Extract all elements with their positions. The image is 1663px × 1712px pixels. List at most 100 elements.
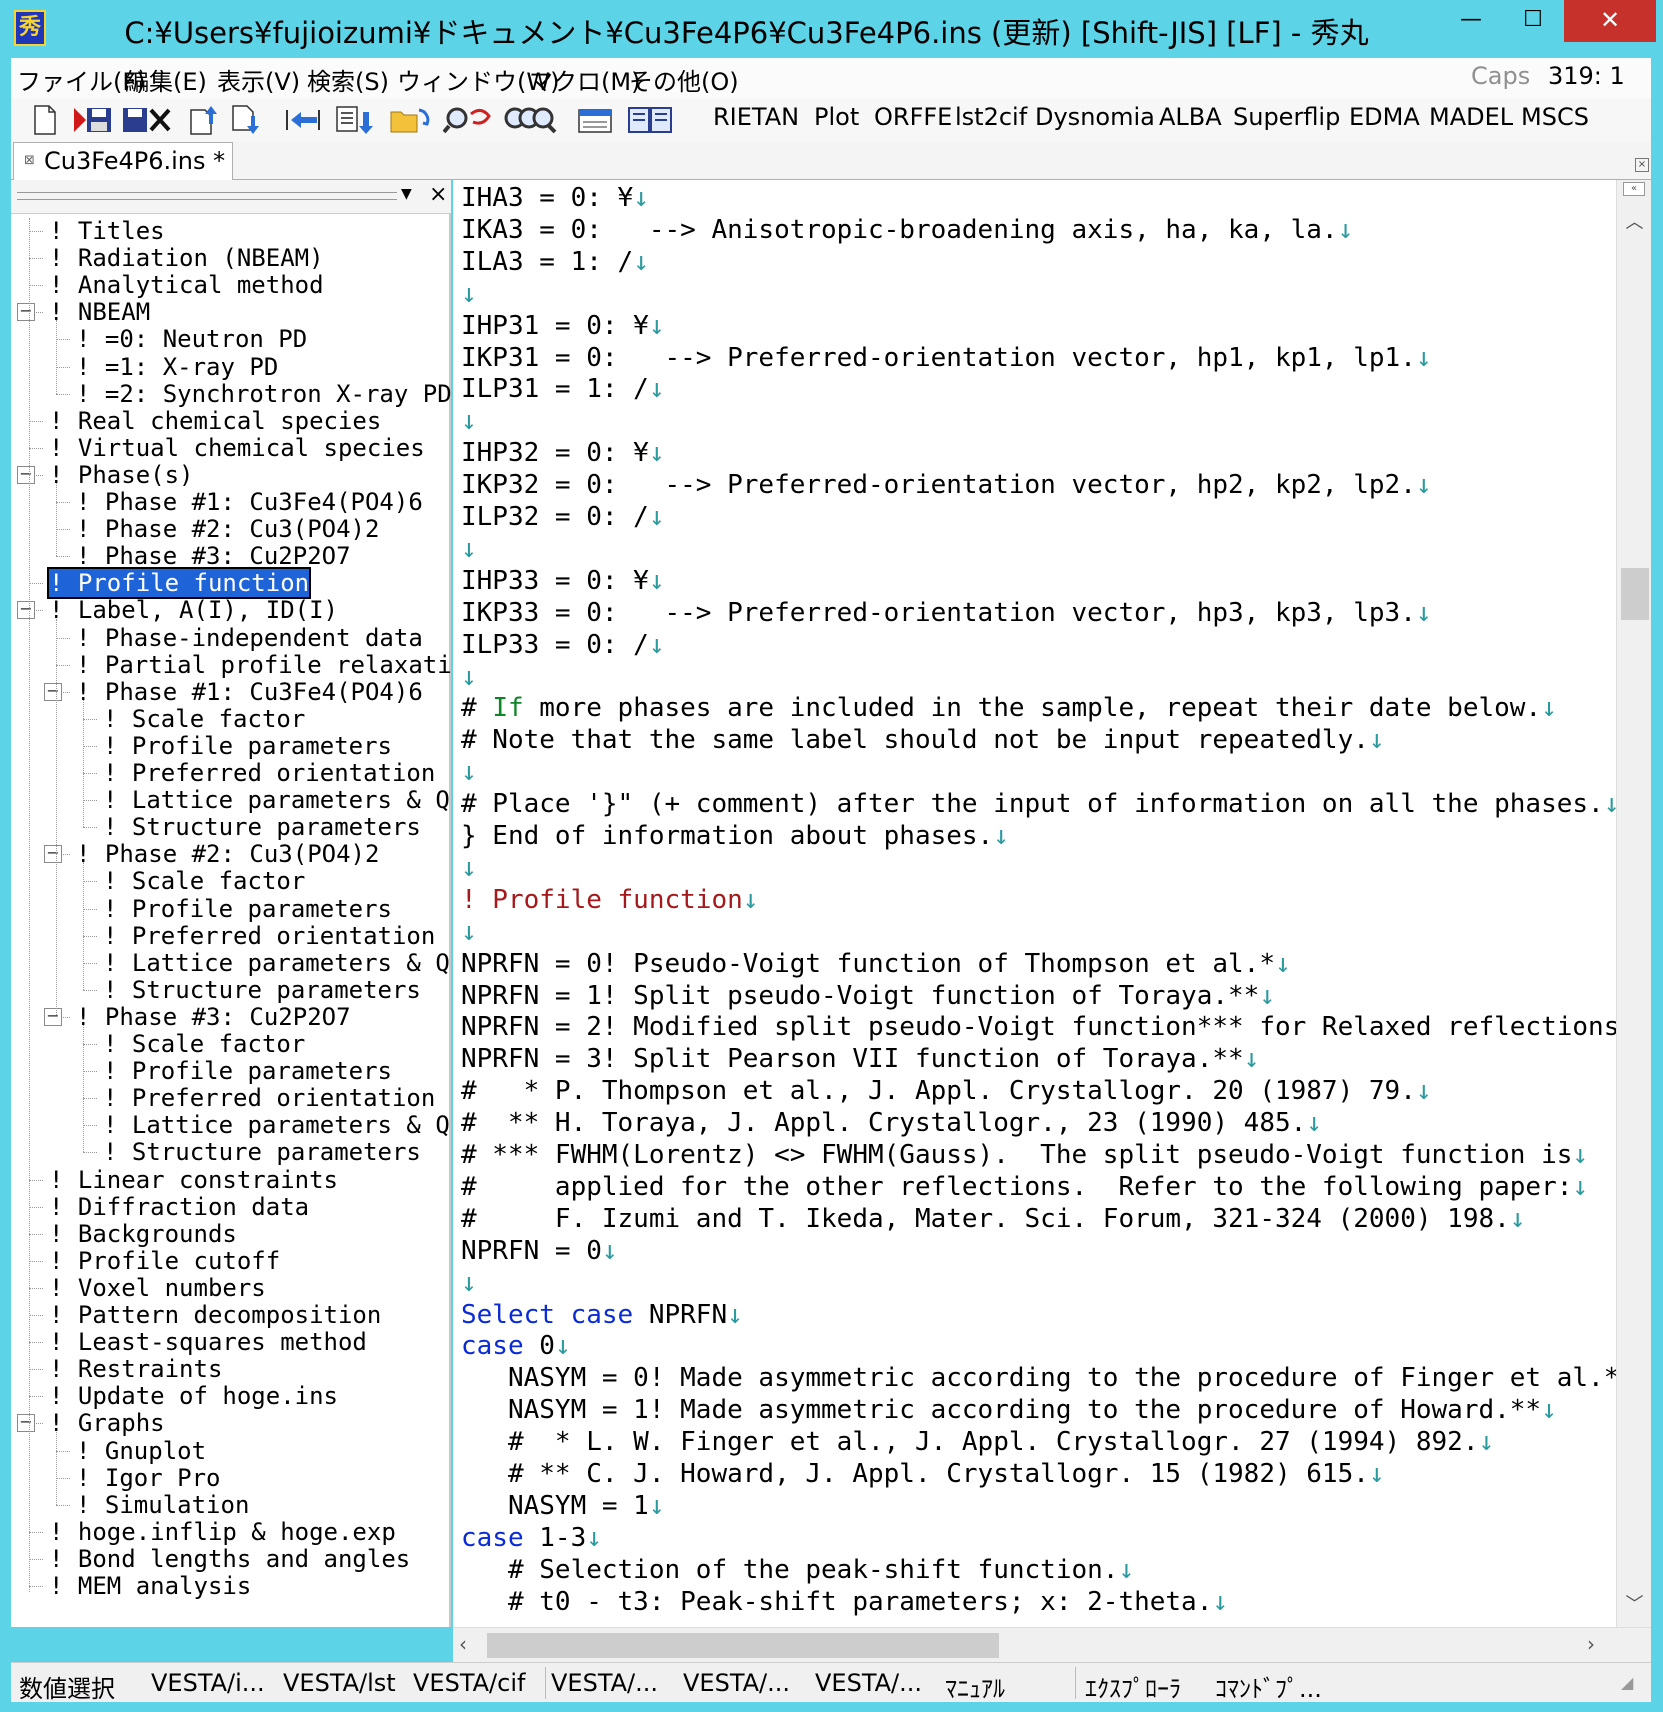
tree-item-structure-parameters[interactable]: ! Structure parameters: [103, 814, 421, 841]
scroll-left-icon[interactable]: ‹: [459, 1632, 467, 1656]
outline-menu-chevron-down-icon[interactable]: ▼: [401, 186, 412, 202]
tree-item-profile-cutoff[interactable]: ! Profile cutoff: [49, 1247, 280, 1275]
tool-rietan[interactable]: RIETAN: [713, 103, 799, 131]
vertical-scroll-thumb[interactable]: [1621, 568, 1649, 620]
tab-close-icon[interactable]: ⊠: [24, 153, 35, 168]
tree-collapse-icon[interactable]: −: [17, 601, 35, 620]
status-command-prompt[interactable]: ｺﾏﾝﾄﾞﾌﾟ...: [1215, 1669, 1322, 1704]
scroll-right-icon[interactable]: ›: [1587, 1632, 1595, 1656]
code-line[interactable]: # Place '}" (+ comment) after the input …: [461, 788, 1616, 820]
tree-item-graphs[interactable]: ! Graphs: [49, 1410, 165, 1437]
code-line[interactable]: IHA3 = 0: ¥↓: [461, 182, 649, 214]
jump-back-icon[interactable]: [283, 104, 323, 136]
horizontal-scroll-thumb[interactable]: [487, 1633, 999, 1658]
tree-item-gnuplot[interactable]: ! Gnuplot: [76, 1437, 206, 1465]
save-icon[interactable]: [73, 104, 113, 136]
tool-superflip[interactable]: Superflip: [1233, 103, 1340, 131]
maximize-button[interactable]: ☐: [1502, 0, 1564, 42]
code-line[interactable]: ILA3 = 1: /↓: [461, 246, 649, 278]
close-tab-x-icon[interactable]: ×: [1635, 158, 1649, 172]
vertical-scrollbar[interactable]: « ︿ ﹀: [1616, 180, 1651, 1627]
tree-item-preferred-orientation[interactable]: ! Preferred orientation: [103, 760, 435, 787]
text-editor[interactable]: IHA3 = 0: ¥↓ IKA3 = 0: --> Anisotropic-br…: [453, 180, 1616, 1627]
code-line[interactable]: IKP31 = 0: --> Preferred-orientation vec…: [461, 342, 1432, 374]
code-line[interactable]: # * P. Thompson et al., J. Appl. Crystal…: [461, 1075, 1432, 1107]
tree-item-profile-parameters[interactable]: ! Profile parameters: [103, 895, 392, 923]
tree-item-0-neutron-pd[interactable]: ! =0: Neutron PD: [76, 326, 307, 353]
code-line[interactable]: NPRFN = 2! Modified split pseudo-Voigt f…: [461, 1011, 1616, 1043]
code-line[interactable]: # F. Izumi and T. Ikeda, Mater. Sci. For…: [461, 1203, 1525, 1235]
multi-search-icon[interactable]: [503, 104, 559, 136]
tree-item-update-of-hoge-ins[interactable]: ! Update of hoge.ins: [49, 1383, 338, 1410]
tree-item-phase-3-cu2p2o7[interactable]: ! Phase #3: Cu2P2O7: [76, 543, 351, 570]
tree-item-analytical-method[interactable]: ! Analytical method: [49, 272, 324, 299]
tool-dysnomia[interactable]: Dysnomia: [1035, 103, 1155, 131]
split-window-icon[interactable]: «: [1623, 182, 1645, 196]
code-line[interactable]: # applied for the other reflections. Ref…: [461, 1171, 1588, 1203]
search-replace-icon[interactable]: [443, 104, 493, 136]
code-line[interactable]: ILP33 = 0: /↓: [461, 629, 665, 661]
tree-item-virtual-chemical-species[interactable]: ! Virtual chemical species: [49, 434, 425, 462]
tree-item-preferred-orientation[interactable]: ! Preferred orientation: [103, 1085, 435, 1112]
code-line[interactable]: NPRFN = 0! Pseudo-Voigt function of Thom…: [461, 948, 1291, 980]
tree-item-scale-factor[interactable]: ! Scale factor: [103, 705, 305, 733]
tree-item-profile-function[interactable]: ! Profile function: [46, 567, 312, 600]
new-file-icon[interactable]: [29, 104, 61, 136]
code-line[interactable]: case 0↓: [461, 1330, 571, 1362]
tree-item-lattice-parameters-q[interactable]: ! Lattice parameters & Q: [103, 949, 450, 977]
code-line[interactable]: ILP31 = 1: /↓: [461, 373, 665, 405]
tree-item-structure-parameters[interactable]: ! Structure parameters: [103, 976, 421, 1004]
tree-item-restraints[interactable]: ! Restraints: [49, 1356, 222, 1383]
scroll-down-icon[interactable]: ﹀: [1617, 1590, 1652, 1620]
title-bar[interactable]: 秀 C:¥Users¥fujioizumi¥ドキュメント¥Cu3Fe4P6¥Cu…: [0, 0, 1663, 58]
status-vesta-lst[interactable]: VESTA/lst: [283, 1669, 396, 1697]
status-vesta-4[interactable]: VESTA/...: [551, 1669, 658, 1697]
code-line[interactable]: ↓: [461, 756, 477, 788]
tab-cu3fe4p6-ins[interactable]: ⊠ Cu3Fe4P6.ins *: [13, 142, 233, 180]
menu-other[interactable]: その他(O): [629, 62, 739, 97]
tree-collapse-icon[interactable]: −: [44, 1007, 62, 1026]
code-line[interactable]: IHP33 = 0: ¥↓: [461, 565, 665, 597]
folder-open-icon[interactable]: [389, 104, 433, 136]
tree-item-phase-3-cu2p2o7[interactable]: ! Phase #3: Cu2P2O7: [76, 1003, 351, 1031]
tree-item-voxel-numbers[interactable]: ! Voxel numbers: [49, 1274, 266, 1302]
code-line[interactable]: # Note that the same label should not be…: [461, 724, 1385, 756]
drag-grip[interactable]: [17, 192, 397, 200]
code-line[interactable]: ↓: [461, 533, 477, 565]
tree-item-igor-pro[interactable]: ! Igor Pro: [76, 1464, 221, 1492]
status-vesta-i[interactable]: VESTA/i...: [151, 1669, 265, 1697]
tool-orffe[interactable]: ORFFE: [874, 103, 952, 131]
code-line[interactable]: IHP32 = 0: ¥↓: [461, 437, 665, 469]
code-line[interactable]: # *** FWHM(Lorentz) <> FWHM(Gauss). The …: [461, 1139, 1588, 1171]
tree-item-radiation-nbeam[interactable]: ! Radiation (NBEAM): [49, 245, 324, 272]
tool-madel[interactable]: MADEL: [1429, 103, 1513, 131]
tree-item-lattice-parameters-q[interactable]: ! Lattice parameters & Q: [103, 787, 450, 814]
compare-icon[interactable]: [627, 104, 673, 136]
code-line[interactable]: IKP33 = 0: --> Preferred-orientation vec…: [461, 597, 1432, 629]
code-line[interactable]: # t0 - t3: Peak-shift parameters; x: 2-t…: [461, 1586, 1228, 1618]
tree-collapse-icon[interactable]: −: [17, 303, 35, 322]
window-icon[interactable]: [577, 104, 613, 136]
tool-plot[interactable]: Plot: [814, 103, 859, 131]
status-explorer[interactable]: ｴｸｽﾌﾟﾛｰﾗ: [1085, 1669, 1181, 1704]
code-line[interactable]: # * L. W. Finger et al., J. Appl. Crysta…: [461, 1426, 1494, 1458]
code-line[interactable]: # ** H. Toraya, J. Appl. Crystallogr., 2…: [461, 1107, 1322, 1139]
code-line[interactable]: NASYM = 1! Made asymmetric according to …: [461, 1394, 1557, 1426]
status-vesta-5[interactable]: VESTA/...: [683, 1669, 790, 1697]
menu-view[interactable]: 表示(V): [217, 62, 300, 97]
tree-item-1-x-ray-pd[interactable]: ! =1: X-ray PD: [76, 353, 278, 381]
code-line[interactable]: ↓: [461, 1267, 477, 1299]
upload-icon[interactable]: [187, 104, 219, 136]
tree-item-profile-parameters[interactable]: ! Profile parameters: [103, 732, 392, 760]
tree-item-phase-independent-data[interactable]: ! Phase-independent data: [76, 624, 423, 652]
tree-item-scale-factor[interactable]: ! Scale factor: [103, 868, 305, 895]
tree-item-preferred-orientation[interactable]: ! Preferred orientation: [103, 922, 435, 950]
tree-item-bond-lengths-and-angles[interactable]: ! Bond lengths and angles: [49, 1545, 410, 1573]
tree-item-2-synchrotron-x-ray-pd[interactable]: ! =2: Synchrotron X-ray PD: [76, 380, 452, 408]
tree-item-scale-factor[interactable]: ! Scale factor: [103, 1031, 305, 1058]
tree-item-titles[interactable]: ! Titles: [49, 218, 165, 245]
tree-item-label-a-i-id-i[interactable]: ! Label, A(I), ID(I): [49, 597, 338, 624]
tool-lst2cif[interactable]: lst2cif: [955, 103, 1027, 131]
code-line[interactable]: IHP31 = 0: ¥↓: [461, 310, 665, 342]
code-line[interactable]: } End of information about phases.↓: [461, 820, 1009, 852]
